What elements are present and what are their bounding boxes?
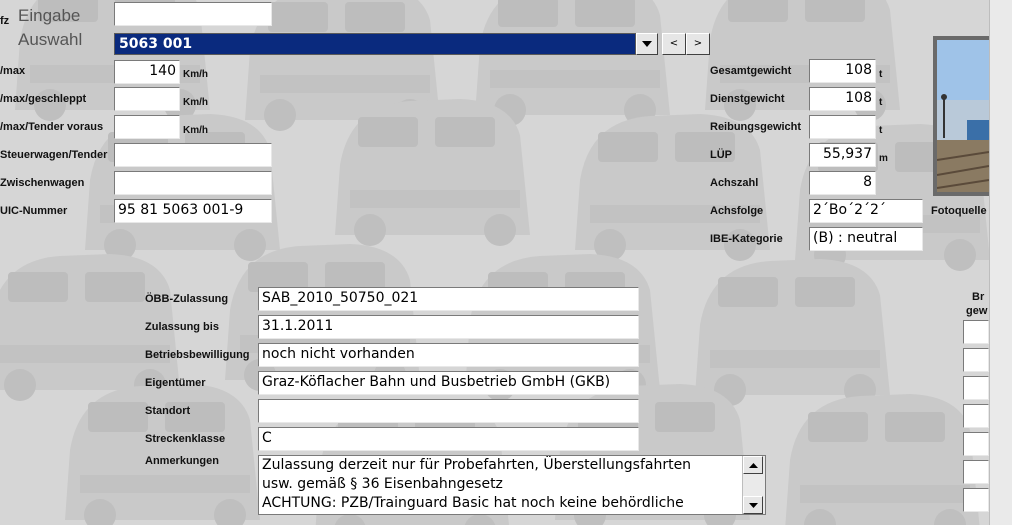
auswahl-label: Auswahl [18, 30, 83, 49]
achsfolge-input[interactable]: 2´Bo´2´2´ [809, 199, 923, 223]
right-column-field-2[interactable] [963, 348, 989, 372]
scroll-down-button[interactable] [743, 496, 763, 514]
vmax-tender-input[interactable] [114, 115, 180, 139]
right-column-field-3[interactable] [963, 376, 989, 400]
dienstgewicht-label: Dienstgewicht [710, 93, 785, 105]
lup-label: LÜP [710, 149, 732, 161]
right-column-header-1: Br [972, 291, 985, 303]
right-column-field-5[interactable] [963, 432, 989, 456]
streckenklasse-label: Streckenklasse [145, 433, 226, 445]
anmerkungen-scrollbar[interactable] [742, 456, 765, 514]
locomotive-photo [933, 36, 993, 196]
eingabe-label: Eingabe [18, 6, 81, 25]
vmax-input[interactable]: 140 [114, 60, 180, 84]
right-column-field-7[interactable] [963, 488, 989, 512]
vmax-unit: Km/h [183, 69, 208, 80]
anmerkungen-textarea[interactable]: Zulassung derzeit nur für Probefahrten, … [258, 455, 766, 515]
window-scrollbar[interactable] [989, 0, 1012, 525]
anmerkungen-line-3: ACHTUNG: PZB/Trainguard Basic hat noch k… [262, 495, 684, 511]
ibe-kategorie-input[interactable]: (B) : neutral [809, 227, 923, 251]
zulassung-bis-input[interactable]: 31.1.2011 [258, 315, 639, 339]
vmax-tender-label: /max/Tender voraus [0, 121, 104, 133]
standort-label: Standort [145, 405, 191, 417]
right-column-header-2: gew [966, 305, 988, 317]
reibungsgewicht-input[interactable] [809, 115, 876, 139]
ibe-kategorie-label: IBE-Kategorie [710, 233, 783, 245]
betriebsbewilligung-input[interactable]: noch nicht vorhanden [258, 343, 639, 367]
betriebsbewilligung-label: Betriebsbewilligung [145, 349, 250, 361]
gesamtgewicht-unit: t [879, 69, 883, 80]
right-column-field-4[interactable] [963, 404, 989, 428]
eigentuemer-input[interactable]: Graz-Köflacher Bahn und Busbetrieb GmbH … [258, 371, 639, 395]
vmax-geschleppt-unit: Km/h [183, 97, 208, 108]
lup-unit: m [879, 153, 888, 164]
vmax-tender-unit: Km/h [183, 125, 208, 136]
photo-caption: Fotoquelle [931, 205, 987, 217]
zwischenwagen-label: Zwischenwagen [0, 177, 85, 189]
streckenklasse-input[interactable]: C [258, 427, 639, 451]
uic-label: UIC-Nummer [0, 205, 68, 217]
lup-input[interactable]: 55,937 [809, 143, 876, 167]
achszahl-label: Achszahl [710, 177, 759, 189]
vmax-geschleppt-input[interactable] [114, 87, 180, 111]
dienstgewicht-input[interactable]: 108 [809, 87, 876, 111]
eingabe-input[interactable] [114, 2, 272, 26]
eigentuemer-label: Eigentümer [145, 377, 206, 389]
gesamtgewicht-input[interactable]: 108 [809, 59, 876, 83]
next-record-button[interactable]: > [686, 33, 710, 55]
reibungsgewicht-unit: t [879, 125, 883, 136]
anmerkungen-label: Anmerkungen [145, 455, 219, 467]
dienstgewicht-unit: t [879, 97, 883, 108]
frag-label: fz [0, 15, 10, 27]
gesamtgewicht-label: Gesamtgewicht [710, 65, 792, 77]
right-column-field-1[interactable] [963, 320, 989, 344]
uic-input[interactable]: 95 81 5063 001-9 [114, 199, 272, 223]
anmerkungen-line-2: usw. gemäß § 36 Eisenbahngesetz [262, 476, 503, 492]
vmax-label: /max [0, 65, 26, 77]
zulassung-bis-label: Zulassung bis [145, 321, 219, 333]
chevron-down-icon [748, 503, 758, 508]
standort-input[interactable] [258, 399, 639, 423]
vmax-geschleppt-label: /max/geschleppt [0, 93, 87, 105]
steuerwagen-label: Steuerwagen/Tender [0, 149, 108, 161]
auswahl-combobox[interactable]: 5063 001 [114, 33, 636, 55]
achszahl-input[interactable]: 8 [809, 171, 876, 195]
oebb-zulassung-input[interactable]: SAB_2010_50750_021 [258, 287, 639, 311]
scroll-up-button[interactable] [743, 456, 763, 474]
right-column-field-6[interactable] [963, 460, 989, 484]
zwischenwagen-input[interactable] [114, 171, 272, 195]
oebb-zulassung-label: ÖBB-Zulassung [145, 293, 229, 305]
chevron-up-icon [748, 463, 758, 468]
auswahl-dropdown-button[interactable] [636, 33, 658, 55]
steuerwagen-input[interactable] [114, 143, 272, 167]
achsfolge-label: Achsfolge [710, 205, 764, 217]
reibungsgewicht-label: Reibungsgewicht [710, 121, 802, 133]
chevron-down-icon [642, 41, 652, 47]
prev-record-button[interactable]: < [662, 33, 686, 55]
anmerkungen-line-1: Zulassung derzeit nur für Probefahrten, … [262, 457, 692, 473]
photo-image [937, 40, 989, 192]
